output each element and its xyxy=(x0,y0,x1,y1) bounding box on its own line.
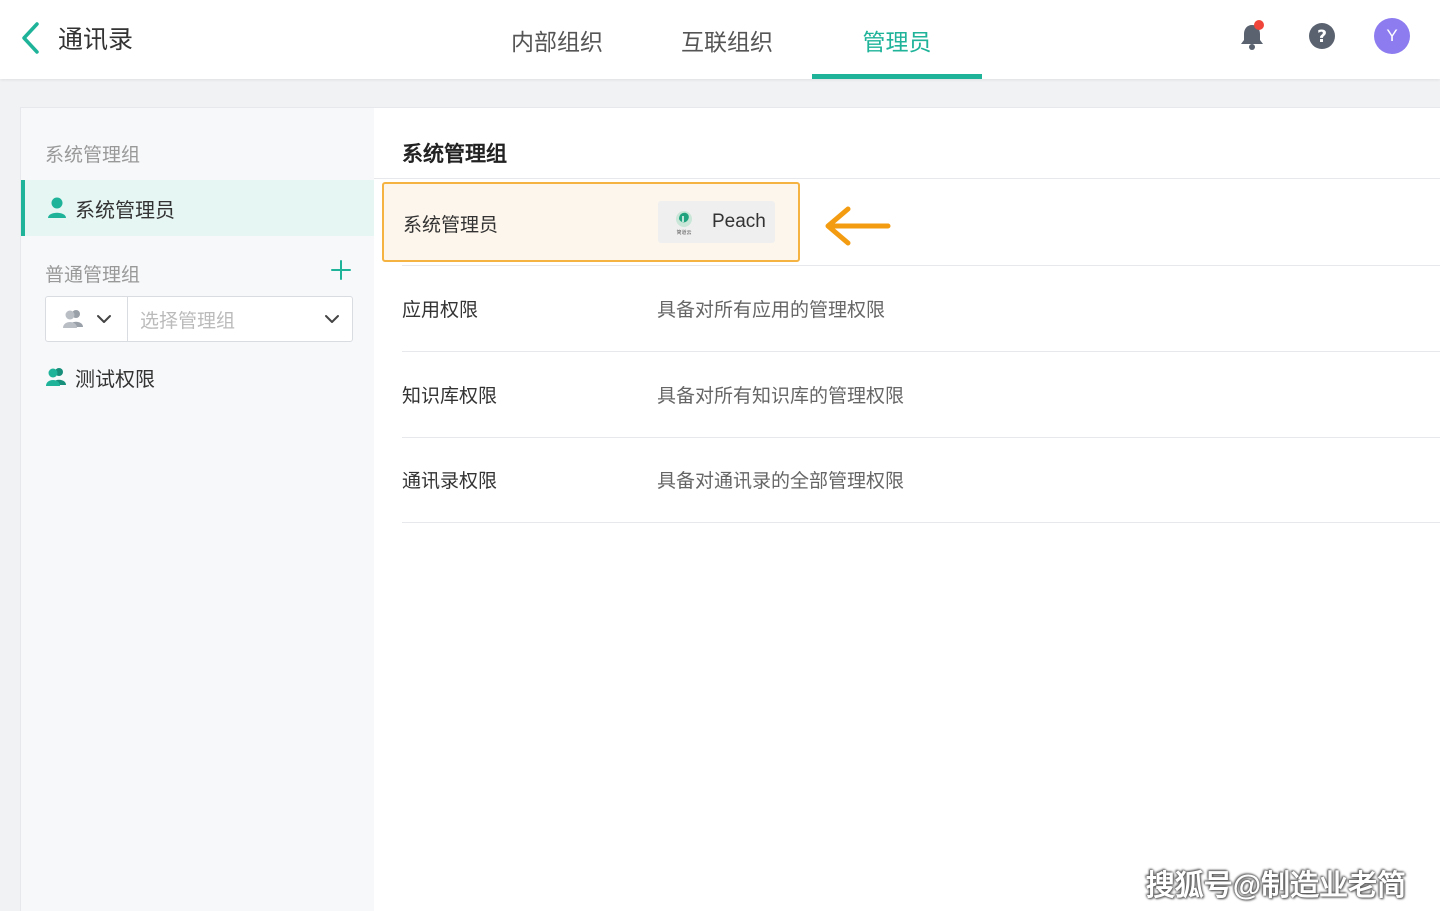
divider xyxy=(374,178,1440,179)
group-selector: 选择管理组 xyxy=(45,296,353,342)
select-placeholder: 选择管理组 xyxy=(140,310,236,332)
group-item-label: 测试权限 xyxy=(75,368,155,391)
section-title: 系统管理组 xyxy=(402,143,507,166)
logo-text: 简道云 xyxy=(676,229,691,236)
users-icon xyxy=(62,310,83,328)
row-label: 通讯录权限 xyxy=(402,471,498,492)
row-value: 具备对通讯录的全部管理权限 xyxy=(657,471,905,492)
group-select-input[interactable]: 选择管理组 xyxy=(128,297,352,341)
tab-connected-org[interactable]: 互联组织 xyxy=(642,0,812,79)
row-value: 具备对所有知识库的管理权限 xyxy=(657,386,905,407)
system-group-title: 系统管理组 xyxy=(45,145,141,166)
row-value: 具备对所有应用的管理权限 xyxy=(657,300,886,321)
notification-button[interactable] xyxy=(1234,18,1270,54)
chevron-down-icon xyxy=(325,315,339,323)
chevron-left-icon xyxy=(22,22,39,54)
member-name: Peach xyxy=(712,211,766,232)
sidebar: 系统管理组 系统管理员 普通管理组 选择管理组 测试权限 xyxy=(20,107,375,911)
chevron-down-icon xyxy=(96,315,111,323)
system-admin-row: 系统管理员 简道云 Peach xyxy=(382,182,800,262)
member-chip[interactable]: 简道云 Peach xyxy=(658,201,775,243)
tab-bar: 内部组织 互联组织 管理员 xyxy=(472,0,982,79)
top-header: 通讯录 内部组织 互联组织 管理员 ? Y xyxy=(0,0,1440,79)
users-icon xyxy=(46,368,66,386)
sidebar-item-system-admin[interactable]: 系统管理员 xyxy=(21,180,375,236)
page-title: 通讯录 xyxy=(58,26,134,54)
app-logo-icon: 简道云 xyxy=(676,211,692,236)
avatar[interactable]: Y xyxy=(1374,18,1410,54)
permission-row: 知识库权限 具备对所有知识库的管理权限 xyxy=(402,352,1440,438)
tab-admin[interactable]: 管理员 xyxy=(812,0,982,79)
row-label: 应用权限 xyxy=(402,300,479,321)
add-group-icon[interactable] xyxy=(329,258,353,282)
svg-text:?: ? xyxy=(1317,27,1327,47)
group-type-dropdown[interactable] xyxy=(46,297,128,341)
back-button[interactable]: 通讯录 xyxy=(18,18,133,58)
watermark: 搜狐号@制造业老简 xyxy=(1145,870,1406,902)
notification-dot xyxy=(1254,20,1264,30)
main-panel: 系统管理组 系统管理员 简道云 Peach 应用权限 具备对所有应用的管理权限 … xyxy=(374,107,1440,911)
row-label: 系统管理员 xyxy=(403,215,499,236)
permission-row: 通讯录权限 具备对通讯录的全部管理权限 xyxy=(402,437,1440,523)
normal-group-title: 普通管理组 xyxy=(45,265,141,286)
help-icon: ? xyxy=(1309,23,1335,49)
user-icon xyxy=(48,197,66,218)
header-actions: ? Y xyxy=(1234,18,1410,54)
row-label: 知识库权限 xyxy=(402,386,498,407)
permission-row: 应用权限 具备对所有应用的管理权限 xyxy=(402,266,1440,352)
tab-internal-org[interactable]: 内部组织 xyxy=(472,0,642,79)
arrow-left-icon xyxy=(814,194,900,258)
sidebar-item-test-permission[interactable]: 测试权限 xyxy=(45,362,155,392)
sidebar-item-label: 系统管理员 xyxy=(75,199,175,222)
help-button[interactable]: ? xyxy=(1304,18,1340,54)
